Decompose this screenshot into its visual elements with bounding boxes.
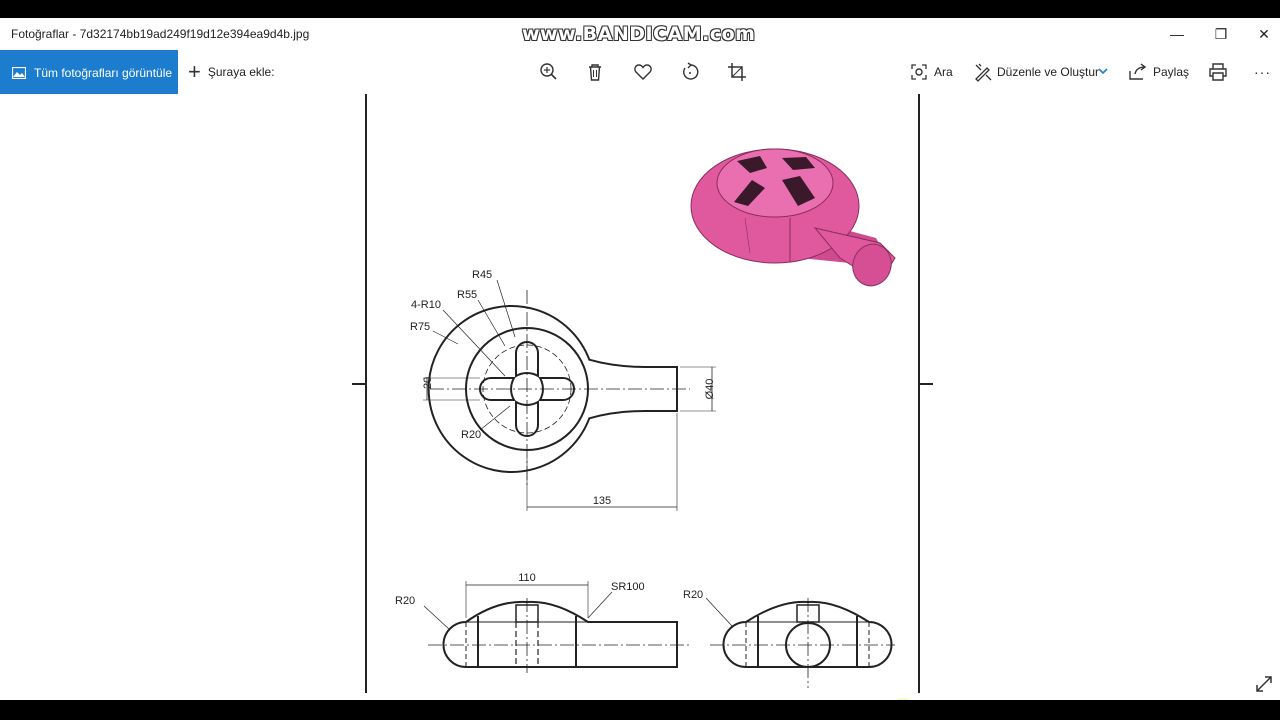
top-view <box>423 279 716 511</box>
3d-model-render <box>690 148 896 287</box>
crop-icon[interactable] <box>726 61 748 83</box>
bandicam-watermark: www.BANDICAM.com <box>522 23 756 45</box>
print-icon[interactable] <box>1207 61 1229 83</box>
add-to-button[interactable]: + Şuraya ekle: <box>188 50 275 94</box>
restore-button[interactable]: ❐ <box>1199 18 1243 50</box>
technical-drawing-image: R45 R55 4-R10 R75 20 R20 Ø40 135 110 SR1… <box>352 94 933 700</box>
chevron-down-icon[interactable] <box>1097 67 1109 77</box>
top-view-dimension-labels: R45 R55 4-R10 R75 20 R20 Ø40 135 <box>410 269 716 507</box>
label-dim-135: 135 <box>593 495 611 507</box>
edit-create-icon[interactable] <box>972 61 994 83</box>
view-all-photos-button[interactable]: Tüm fotoğrafları görüntüle <box>0 50 178 95</box>
label-4-r10: 4-R10 <box>411 299 441 311</box>
window-title: Fotoğraflar - 7d32174bb19ad249f19d12e394… <box>11 27 310 41</box>
front-view <box>423 581 690 673</box>
side-view-dimension-labels: R20 <box>683 589 703 601</box>
label-dim-110: 110 <box>518 572 536 584</box>
search-icon[interactable] <box>908 61 930 83</box>
image-viewer: R45 R55 4-R10 R75 20 R20 Ø40 135 110 SR1… <box>0 94 1280 700</box>
zoom-icon[interactable] <box>537 61 559 83</box>
favorite-heart-icon[interactable] <box>632 61 654 83</box>
photos-app-window: Fotoğraflar - 7d32174bb19ad249f19d12e394… <box>0 18 1280 700</box>
minimize-button[interactable]: — <box>1155 18 1199 50</box>
label-r55: R55 <box>457 289 477 301</box>
photo-icon <box>12 66 26 79</box>
toolbar: Tüm fotoğrafları görüntüle + Şuraya ekle… <box>0 50 1280 95</box>
cursor-highlight <box>896 698 910 700</box>
search-label[interactable]: Ara <box>934 50 953 94</box>
view-all-photos-label: Tüm fotoğrafları görüntüle <box>34 65 173 80</box>
title-bar: Fotoğraflar - 7d32174bb19ad249f19d12e394… <box>0 18 1280 50</box>
delete-icon[interactable] <box>584 61 606 83</box>
share-label[interactable]: Paylaş <box>1153 50 1189 94</box>
label-side-r20: R20 <box>683 589 703 601</box>
share-icon[interactable] <box>1127 61 1149 83</box>
add-to-label: Şuraya ekle: <box>207 65 275 79</box>
label-r75: R75 <box>410 321 430 333</box>
rotate-icon[interactable] <box>679 61 701 83</box>
label-diameter-40: Ø40 <box>704 379 716 400</box>
label-r20: R20 <box>461 429 481 441</box>
edit-create-label[interactable]: Düzenle ve Oluştur <box>997 50 1099 94</box>
side-view <box>705 597 895 688</box>
fullscreen-expand-icon[interactable] <box>1254 674 1274 694</box>
more-options-button[interactable]: ··· <box>1254 50 1271 94</box>
label-dim-20: 20 <box>422 377 434 389</box>
label-sr100: SR100 <box>611 581 645 593</box>
label-r45: R45 <box>472 269 492 281</box>
plus-icon: + <box>188 59 201 84</box>
close-button[interactable]: ✕ <box>1242 18 1280 50</box>
label-front-r20: R20 <box>395 595 415 607</box>
